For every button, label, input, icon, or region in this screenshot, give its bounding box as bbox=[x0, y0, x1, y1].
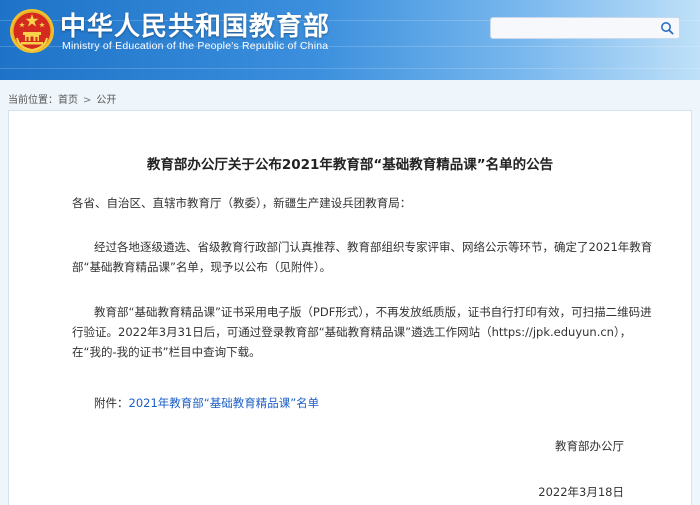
attachment-line: 附件：2021年教育部“基础教育精品课”名单 bbox=[94, 393, 594, 413]
breadcrumb-home-link[interactable]: 首页 bbox=[58, 95, 78, 106]
site-title[interactable]: 中华人民共和国教育部 bbox=[60, 6, 330, 43]
breadcrumb-label: 当前位置： bbox=[8, 95, 58, 106]
breadcrumb: 当前位置：首页 > 公开 bbox=[8, 91, 116, 106]
national-emblem-icon bbox=[10, 9, 54, 53]
article-panel: 教育部办公厅关于公布2021年教育部“基础教育精品课”名单的公告 各省、自治区、… bbox=[8, 110, 692, 505]
article-date: 2022年3月18日 bbox=[538, 485, 624, 499]
article-paragraph-1: 经过各地逐级遴选、省级教育行政部门认真推荐、教育部组织专家评审、网络公示等环节，… bbox=[72, 240, 653, 274]
article-title: 教育部办公厅关于公布2021年教育部“基础教育精品课”名单的公告 bbox=[146, 157, 554, 173]
site-header: 中华人民共和国教育部 Ministry of Education of the … bbox=[0, 0, 700, 80]
article-paragraph-2: 教育部“基础教育精品课”证书采用电子版（PDF形式），不再发放纸质版，证书自行打… bbox=[72, 305, 652, 359]
header-decor-line bbox=[0, 68, 700, 69]
article-signature: 教育部办公厅 bbox=[555, 439, 624, 453]
search-box[interactable] bbox=[490, 17, 680, 40]
search-input[interactable] bbox=[491, 19, 667, 40]
article-salutation: 各省、自治区、直辖市教育厅（教委），新疆生产建设兵团教育局： bbox=[72, 196, 412, 210]
breadcrumb-separator: > bbox=[83, 95, 92, 106]
search-icon[interactable] bbox=[660, 21, 674, 35]
attachment-label: 附件： bbox=[94, 396, 129, 410]
site-subtitle-en: Ministry of Education of the People's Re… bbox=[62, 40, 329, 52]
breadcrumb-current-link[interactable]: 公开 bbox=[96, 95, 116, 106]
attachment-link[interactable]: 2021年教育部“基础教育精品课”名单 bbox=[129, 396, 320, 410]
